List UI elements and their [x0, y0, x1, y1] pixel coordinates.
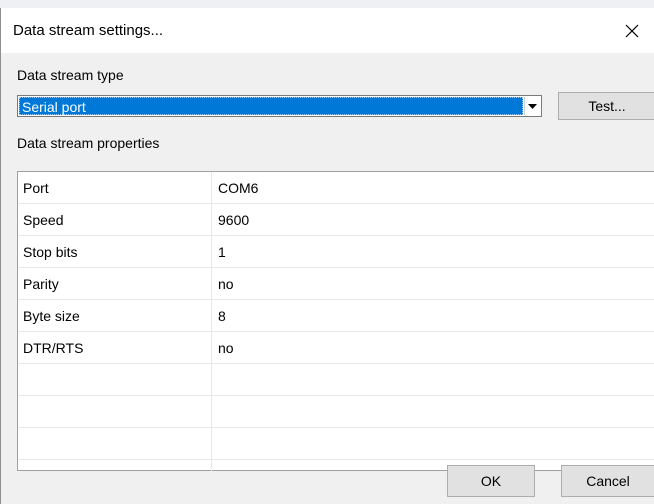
dropdown-arrow-button[interactable]: [524, 97, 540, 115]
property-value[interactable]: COM6: [218, 172, 258, 204]
property-name: Speed: [23, 212, 64, 228]
stream-type-select[interactable]: Serial port: [17, 95, 542, 117]
properties-grid: Port COM6 Speed 9600 Stop bits 1 Parity no Byte …: [17, 171, 654, 472]
stream-type-label: Data stream type: [17, 67, 124, 83]
property-name: DTR/RTS: [23, 340, 84, 356]
property-row[interactable]: [18, 364, 654, 396]
ok-button[interactable]: OK: [447, 465, 535, 497]
property-name: Parity: [23, 276, 59, 292]
property-row[interactable]: DTR/RTS no: [18, 332, 654, 364]
property-row[interactable]: Speed 9600: [18, 204, 654, 236]
cancel-button[interactable]: Cancel: [561, 465, 654, 497]
settings-dialog: Data stream settings... Data stream type…: [0, 8, 654, 504]
property-name: Byte size: [23, 308, 80, 324]
test-button[interactable]: Test...: [558, 92, 654, 120]
close-icon: [625, 24, 639, 37]
property-value[interactable]: 1: [218, 236, 226, 268]
property-row[interactable]: [18, 428, 654, 460]
property-row[interactable]: Byte size 8: [18, 300, 654, 332]
property-row[interactable]: Parity no: [18, 268, 654, 300]
close-button[interactable]: [609, 8, 654, 53]
property-value[interactable]: 8: [218, 300, 226, 332]
property-value[interactable]: 9600: [218, 204, 249, 236]
property-row[interactable]: Stop bits 1: [18, 236, 654, 268]
property-name: Port: [23, 180, 49, 196]
property-row[interactable]: [18, 396, 654, 428]
chevron-down-icon: [528, 103, 537, 109]
stream-type-selected-value: Serial port: [19, 97, 523, 115]
property-row[interactable]: Port COM6: [18, 172, 654, 204]
title-bar: Data stream settings...: [1, 8, 654, 53]
property-value[interactable]: no: [218, 268, 234, 300]
properties-label: Data stream properties: [17, 135, 160, 151]
property-value[interactable]: no: [218, 332, 234, 364]
property-name: Stop bits: [23, 244, 78, 260]
dialog-title: Data stream settings...: [13, 22, 164, 39]
background-window: [0, 0, 654, 8]
